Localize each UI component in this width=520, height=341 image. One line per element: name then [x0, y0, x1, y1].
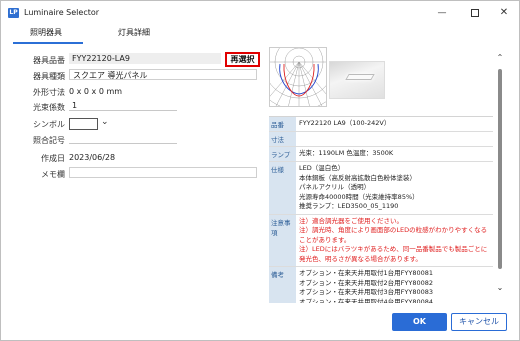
ok-button[interactable]: OK — [392, 313, 447, 331]
spec-line: 注）LEDにはバラツキがあるため、同一品番製品でも製品ごとに発光色、明るさが異な… — [299, 245, 488, 263]
spec-key: 仕様 — [269, 162, 296, 214]
fixture-photo — [329, 61, 385, 99]
active-tab-indicator — [13, 42, 83, 44]
window-title: Luminaire Selector — [24, 8, 100, 17]
spec-row: 仕様 LED（温白色） 本体銅板（高反射高拡散白色粉体塗装） パネルアクリル（透明）光… — [269, 162, 493, 215]
product-code-label: 器具品番 — [33, 56, 65, 65]
type-label: 器具種類 — [33, 72, 65, 81]
spec-row: ランプ 光束：1190LM 色温度：3500K — [269, 147, 493, 162]
spec-key: 備考 — [269, 267, 296, 303]
spec-value: LED（温白色） 本体銅板（高反射高拡散白色粉体塗装） パネルアクリル（透明） 光源寿… — [296, 162, 493, 214]
spec-key: 品番 — [269, 117, 296, 131]
maximize-button[interactable] — [460, 4, 490, 22]
dialog-window: LP Luminaire Selector — ✕ 照明器具 灯具詳細 器具品番… — [0, 0, 520, 341]
spec-value: 注）適合調光器をご使用ください。 注）調光時、角度により画面部のLEDの粒感がわか… — [296, 215, 493, 267]
spec-line: LED（温白色） — [299, 164, 345, 172]
dimensions-value: 0 x 0 x 0 mm — [69, 87, 123, 96]
reference-label: 照合記号 — [33, 136, 65, 145]
spec-line: FYY22120 LA9（100-242V） — [299, 119, 391, 127]
reselect-button[interactable]: 再選択 — [225, 52, 260, 67]
spec-line: オプション・在来天井用取付1台用FYY80081 — [299, 269, 433, 277]
light-distribution-diagram — [269, 47, 327, 107]
tab-lighting-fixture[interactable]: 照明器具 — [23, 27, 69, 43]
spec-row: 寸法 — [269, 132, 493, 147]
spec-value: オプション・在来天井用取付1台用FYY80081 オプション・在来天井用取付2台用… — [296, 267, 493, 303]
spec-key: ランプ — [269, 147, 296, 161]
app-icon: LP — [8, 8, 19, 18]
symbol-picker[interactable] — [69, 118, 98, 130]
spec-value — [296, 132, 493, 146]
created-value: 2023/06/28 — [69, 153, 116, 162]
chevron-down-icon[interactable]: ⌄ — [101, 117, 109, 127]
scroll-down-icon[interactable]: ⌄ — [495, 283, 505, 293]
tab-fixture-detail[interactable]: 灯具詳細 — [109, 27, 159, 43]
close-button[interactable]: ✕ — [489, 4, 519, 22]
type-field[interactable]: スクエア 導光パネル — [69, 69, 257, 80]
spec-row: 備考 オプション・在来天井用取付1台用FYY80081 オプション・在来天井用取付2… — [269, 267, 493, 303]
maximize-icon — [471, 8, 479, 17]
spec-line: パネルアクリル（透明） — [299, 183, 371, 191]
spec-line: 本体銅板（高反射高拡散白色粉体塗装） — [299, 173, 416, 182]
coefficient-field[interactable]: 1 — [69, 100, 177, 111]
scroll-thumb[interactable] — [498, 69, 502, 269]
spec-row: 注意事項 注）適合調光器をご使用ください。 注）調光時、角度により画面部のLEDの粒… — [269, 214, 493, 267]
spec-key: 注意事項 — [269, 214, 296, 266]
spec-line: オプション・在来天井用取付3台用FYY80083 — [299, 288, 433, 296]
spec-line: 光源寿命40000時間（光束維持率85%） — [299, 192, 419, 201]
memo-label: メモ欄 — [41, 170, 65, 179]
spec-row: 品番 FYY22120 LA9（100-242V） — [269, 117, 493, 132]
spec-table: 品番 FYY22120 LA9（100-242V） 寸法 ランプ 光束：1190LM 色… — [269, 116, 493, 303]
product-code-field: FYY22120-LA9 — [69, 53, 221, 64]
spec-line: 注）適合調光器をご使用ください。 — [299, 216, 403, 225]
spec-line — [299, 134, 490, 144]
spec-line: 注）調光時、角度により画面部のLEDの粒感がわかりやすくなることがあります。 — [299, 226, 488, 244]
spec-line: オプション・在来天井用取付2台用FYY80082 — [299, 278, 433, 287]
spec-key: 寸法 — [269, 132, 296, 146]
minimize-button[interactable]: — — [427, 4, 457, 22]
spec-value: 光束：1190LM 色温度：3500K — [296, 147, 493, 161]
spec-line: 光束：1190LM 色温度：3500K — [299, 149, 394, 157]
spec-line: オプション・在来天井用取付4台用FYY80084 — [299, 297, 433, 304]
title-bar: LP Luminaire Selector — ✕ — [1, 1, 519, 25]
created-label: 作成日 — [41, 154, 65, 163]
dimensions-label: 外形寸法 — [33, 88, 65, 97]
memo-field[interactable] — [69, 167, 257, 178]
spec-value: FYY22120 LA9（100-242V） — [296, 117, 493, 131]
scroll-up-icon[interactable]: ⌃ — [495, 53, 505, 63]
symbol-label: シンボル — [33, 120, 65, 129]
cancel-button[interactable]: キャンセル — [451, 313, 507, 331]
vertical-scrollbar[interactable]: ⌃ ⌄ — [495, 53, 505, 301]
spec-line: 推奨ランプ：LED3500_05_1190 — [299, 202, 399, 210]
panel-lamp — [345, 74, 375, 80]
reference-field[interactable] — [69, 133, 177, 144]
coefficient-label: 光束係数 — [33, 103, 65, 112]
